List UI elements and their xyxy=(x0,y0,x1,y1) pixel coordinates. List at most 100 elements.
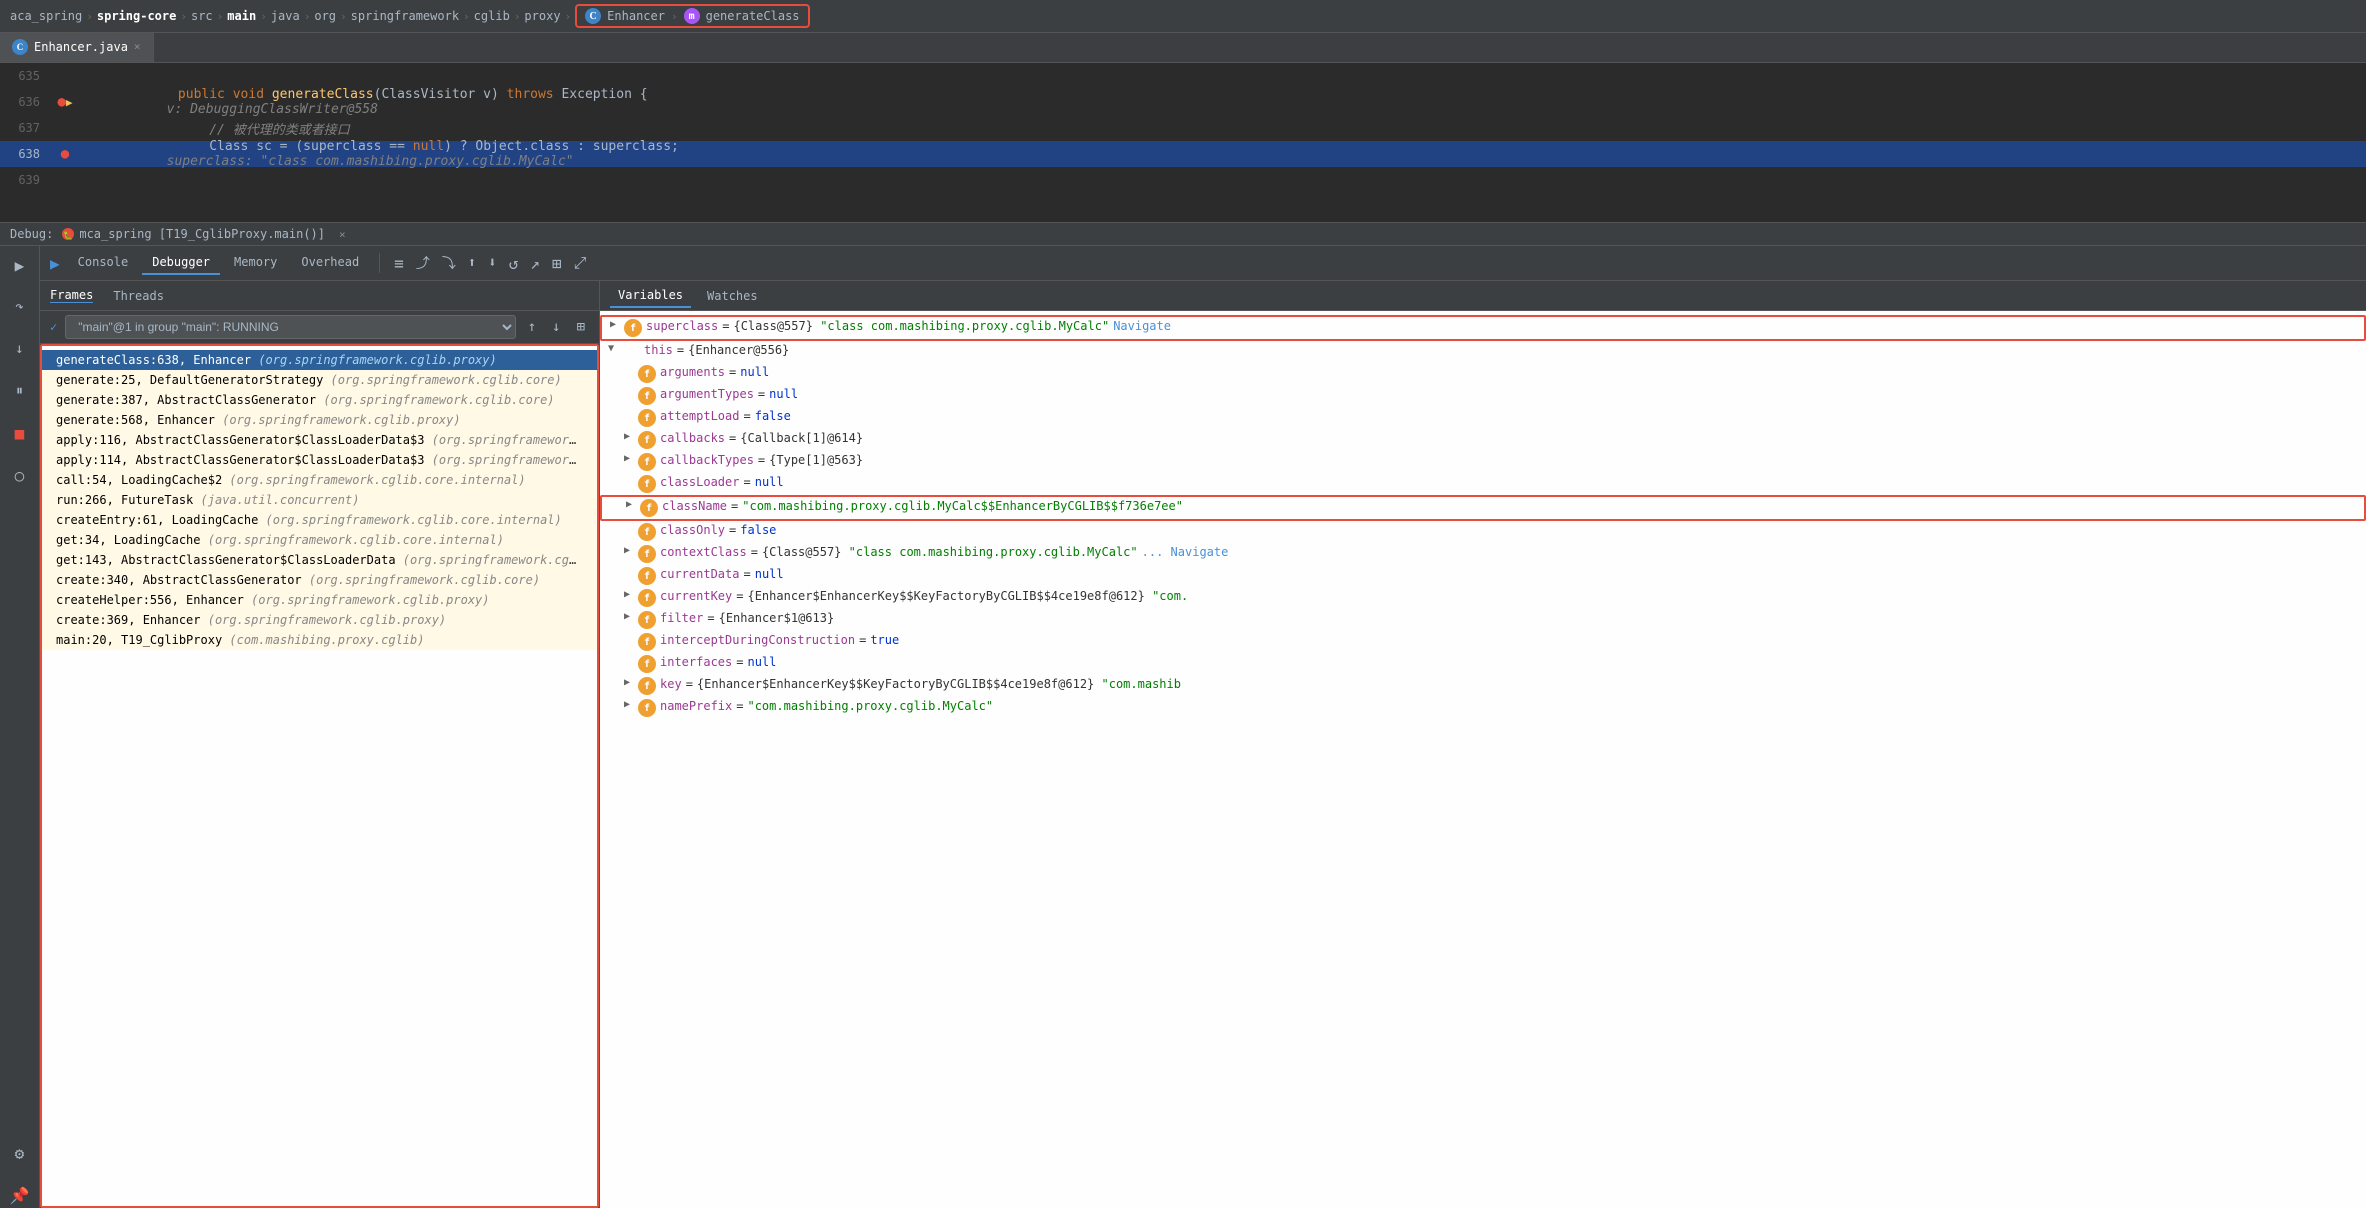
resume-icon[interactable]: ▶ xyxy=(7,252,33,278)
navigate-link[interactable]: ... Navigate xyxy=(1142,545,1229,559)
variable-attemptload[interactable]: f attemptLoad = false xyxy=(600,407,2366,429)
tab-console[interactable]: Console xyxy=(68,251,139,275)
pause-icon[interactable]: ⏸ xyxy=(7,378,33,404)
file-class-icon: C xyxy=(12,39,28,55)
toolbar-btn-table[interactable]: ⊞ xyxy=(548,252,566,275)
expander-icon[interactable]: ▶ xyxy=(626,499,640,510)
breadcrumb-generateclass[interactable]: generateClass xyxy=(706,9,800,23)
var-equals: = xyxy=(731,499,738,513)
thread-up-button[interactable]: ↑ xyxy=(524,317,540,337)
thread-down-button[interactable]: ↓ xyxy=(548,317,564,337)
stack-frame[interactable]: generate:568, Enhancer (org.springframew… xyxy=(42,410,597,430)
variable-classloader[interactable]: f classLoader = null xyxy=(600,473,2366,495)
variable-interceptduringconstruction[interactable]: f interceptDuringConstruction = true xyxy=(600,631,2366,653)
variable-arguments[interactable]: f arguments = null xyxy=(600,363,2366,385)
variable-superclass[interactable]: ▶ f superclass = {Class@557} "class com.… xyxy=(600,315,2366,341)
expander-icon[interactable]: ▶ xyxy=(624,545,638,556)
expander-icon[interactable]: ▶ xyxy=(624,589,638,600)
stack-frame[interactable]: generate:387, AbstractClassGenerator (or… xyxy=(42,390,597,410)
variable-key[interactable]: ▶ f key = {Enhancer$EnhancerKey$$KeyFact… xyxy=(600,675,2366,697)
variable-interfaces[interactable]: f interfaces = null xyxy=(600,653,2366,675)
pin-icon[interactable]: 📌 xyxy=(7,1182,33,1208)
settings-icon[interactable]: ⚙ xyxy=(7,1140,33,1166)
variable-currentkey[interactable]: ▶ f currentKey = {Enhancer$EnhancerKey$$… xyxy=(600,587,2366,609)
stack-frame[interactable]: generateClass:638, Enhancer (org.springf… xyxy=(42,350,597,370)
var-name: argumentTypes xyxy=(660,387,754,401)
stack-frame[interactable]: create:369, Enhancer (org.springframewor… xyxy=(42,610,597,630)
frame-method-name: run:266, FutureTask xyxy=(56,493,193,507)
line-content: Class sc = (superclass == null) ? Object… xyxy=(80,124,2366,184)
toolbar-btn-step-out[interactable]: ⬆ xyxy=(464,253,480,273)
var-value-string: "class com.mashibing.proxy.cglib.MyCalc" xyxy=(813,319,1109,333)
variable-classname[interactable]: ▶ f className = "com.mashibing.proxy.cgl… xyxy=(600,495,2366,521)
mute-icon[interactable]: ○ xyxy=(7,462,33,488)
toolbar-btn-restore[interactable]: ⤢ xyxy=(570,251,591,275)
stack-frame[interactable]: createHelper:556, Enhancer (org.springfr… xyxy=(42,590,597,610)
frame-method-name: create:369, Enhancer xyxy=(56,613,201,627)
thread-filter-button[interactable]: ⊞ xyxy=(573,317,589,337)
tab-close-button[interactable]: × xyxy=(134,40,141,53)
stack-frames-list: generateClass:638, Enhancer (org.springf… xyxy=(40,344,599,1208)
expander-icon[interactable]: ▶ xyxy=(624,453,638,464)
var-value-string: "com. xyxy=(1145,589,1188,603)
tab-variables[interactable]: Variables xyxy=(610,284,691,308)
toolbar-btn-step-over[interactable]: ⤴ xyxy=(412,251,434,275)
tab-threads[interactable]: Threads xyxy=(113,289,164,303)
var-value: null xyxy=(740,365,769,379)
toolbar-btn-jump[interactable]: ↗ xyxy=(526,252,544,275)
variable-filter[interactable]: ▶ f filter = {Enhancer$1@613} xyxy=(600,609,2366,631)
field-icon: f xyxy=(638,387,656,405)
var-equals: = xyxy=(736,699,743,713)
field-icon: f xyxy=(638,453,656,471)
tab-enhancer-java[interactable]: C Enhancer.java × xyxy=(0,33,154,62)
variable-callbacktypes[interactable]: ▶ f callbackTypes = {Type[1]@563} xyxy=(600,451,2366,473)
expander-icon[interactable]: ▶ xyxy=(624,699,638,710)
expander-icon[interactable]: ▶ xyxy=(624,611,638,622)
stack-frame[interactable]: generate:25, DefaultGeneratorStrategy (o… xyxy=(42,370,597,390)
breadcrumb-item: spring-core xyxy=(97,9,176,23)
tab-memory[interactable]: Memory xyxy=(224,251,287,275)
field-icon: f xyxy=(640,499,658,517)
stack-frame[interactable]: get:143, AbstractClassGenerator$ClassLoa… xyxy=(42,550,597,570)
variable-contextclass[interactable]: ▶ f contextClass = {Class@557} "class co… xyxy=(600,543,2366,565)
toolbar-btn-step-into[interactable]: ⤵ xyxy=(438,251,460,275)
close-session-button[interactable]: × xyxy=(339,228,346,241)
expander-icon[interactable]: ▼ xyxy=(608,343,622,354)
variable-argumenttypes[interactable]: f argumentTypes = null xyxy=(600,385,2366,407)
stop-icon[interactable]: ■ xyxy=(7,420,33,446)
tab-debugger[interactable]: Debugger xyxy=(142,251,220,275)
variable-this[interactable]: ▼ this = {Enhancer@556} xyxy=(600,341,2366,363)
line-gutter: ● xyxy=(50,146,80,162)
variable-nameprefix[interactable]: ▶ f namePrefix = "com.mashibing.proxy.cg… xyxy=(600,697,2366,719)
stack-frame[interactable]: createEntry:61, LoadingCache (org.spring… xyxy=(42,510,597,530)
stack-frame[interactable]: apply:114, AbstractClassGenerator$ClassL… xyxy=(42,450,597,470)
frame-package: (org.springframework.cglib.core.internal… xyxy=(266,513,562,527)
toolbar-btn-rerun[interactable]: ↺ xyxy=(505,252,523,275)
tab-frames[interactable]: Frames xyxy=(50,288,93,303)
variable-classonly[interactable]: f classOnly = false xyxy=(600,521,2366,543)
thread-selector: ✓ "main"@1 in group "main": RUNNING ↑ ↓ … xyxy=(40,311,599,344)
stack-frame[interactable]: apply:116, AbstractClassGenerator$ClassL… xyxy=(42,430,597,450)
stack-frame[interactable]: call:54, LoadingCache$2 (org.springframe… xyxy=(42,470,597,490)
frame-method-name: get:143, AbstractClassGenerator$ClassLoa… xyxy=(56,553,396,567)
variable-currentdata[interactable]: f currentData = null xyxy=(600,565,2366,587)
step-over-icon[interactable]: ↷ xyxy=(7,294,33,320)
stack-frame[interactable]: run:266, FutureTask (java.util.concurren… xyxy=(42,490,597,510)
variable-callbacks[interactable]: ▶ f callbacks = {Callback[1]@614} xyxy=(600,429,2366,451)
breadcrumb-enhancer[interactable]: Enhancer xyxy=(607,9,665,23)
stack-frame[interactable]: get:34, LoadingCache (org.springframewor… xyxy=(42,530,597,550)
step-into-icon[interactable]: ↓ xyxy=(7,336,33,362)
tab-watches[interactable]: Watches xyxy=(699,285,766,307)
tab-overhead[interactable]: Overhead xyxy=(291,251,369,275)
navigate-link[interactable]: Navigate xyxy=(1113,319,1171,333)
var-value: {Class@557} xyxy=(733,319,812,333)
class-icon: C xyxy=(585,8,601,24)
toolbar-btn-align[interactable]: ≡ xyxy=(390,252,408,275)
toolbar-btn-run-cursor[interactable]: ⬇ xyxy=(484,253,500,273)
expander-icon[interactable]: ▶ xyxy=(624,677,638,688)
stack-frame[interactable]: main:20, T19_CglibProxy (com.mashibing.p… xyxy=(42,630,597,650)
expander-icon[interactable]: ▶ xyxy=(624,431,638,442)
expander-icon[interactable]: ▶ xyxy=(610,319,624,330)
thread-select-dropdown[interactable]: "main"@1 in group "main": RUNNING xyxy=(65,315,515,339)
stack-frame[interactable]: create:340, AbstractClassGenerator (org.… xyxy=(42,570,597,590)
